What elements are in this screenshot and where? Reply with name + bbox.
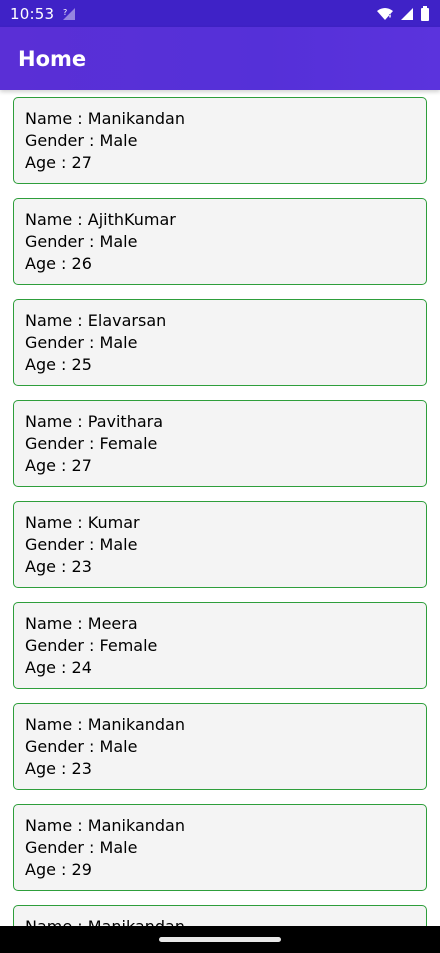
person-age: Age : 27 <box>25 153 92 172</box>
status-bar: 10:53 ? <box>0 0 440 27</box>
person-name: Name : Elavarsan <box>25 311 167 330</box>
person-name: Name : Kumar <box>25 513 140 532</box>
person-card[interactable]: Name : Manikandan <box>13 905 427 926</box>
person-card[interactable]: Name : Manikandan Gender : Male Age : 27 <box>13 97 427 184</box>
person-age: Age : 29 <box>25 860 92 879</box>
svg-text:?: ? <box>63 8 67 17</box>
person-name: Name : Meera <box>25 614 138 633</box>
home-gesture-handle[interactable] <box>159 937 281 942</box>
person-card[interactable]: Name : Kumar Gender : Male Age : 23 <box>13 501 427 588</box>
status-right <box>376 6 430 21</box>
person-gender: Gender : Male <box>25 232 138 251</box>
person-age: Age : 23 <box>25 759 92 778</box>
person-gender: Gender : Male <box>25 737 138 756</box>
person-age: Age : 26 <box>25 254 92 273</box>
person-age: Age : 25 <box>25 355 92 374</box>
person-gender: Gender : Male <box>25 333 138 352</box>
person-gender: Gender : Female <box>25 636 158 655</box>
person-gender: Gender : Male <box>25 535 138 554</box>
person-name: Name : Manikandan <box>25 916 426 926</box>
page-title: Home <box>18 46 87 71</box>
person-list[interactable]: Name : Manikandan Gender : Male Age : 27… <box>0 90 440 926</box>
sim-no-signal-icon: ? <box>62 7 76 21</box>
status-time: 10:53 <box>10 4 55 23</box>
person-name: Name : AjithKumar <box>25 210 176 229</box>
person-gender: Gender : Female <box>25 434 158 453</box>
person-card[interactable]: Name : Manikandan Gender : Male Age : 23 <box>13 703 427 790</box>
person-gender: Gender : Male <box>25 131 138 150</box>
person-card[interactable]: Name : AjithKumar Gender : Male Age : 26 <box>13 198 427 285</box>
person-name: Name : Manikandan <box>25 109 185 128</box>
battery-icon <box>420 6 430 21</box>
person-age: Age : 23 <box>25 557 92 576</box>
navigation-bar <box>0 926 440 953</box>
person-name: Name : Pavithara <box>25 412 164 431</box>
person-age: Age : 27 <box>25 456 92 475</box>
person-name: Name : Manikandan <box>25 715 185 734</box>
person-age: Age : 24 <box>25 658 92 677</box>
wifi-icon <box>376 7 394 21</box>
person-gender: Gender : Male <box>25 838 138 857</box>
status-left: 10:53 ? <box>10 5 76 23</box>
person-card[interactable]: Name : Meera Gender : Female Age : 24 <box>13 602 427 689</box>
person-card[interactable]: Name : Elavarsan Gender : Male Age : 25 <box>13 299 427 386</box>
app-bar: Home <box>0 27 440 90</box>
cell-signal-icon <box>400 7 414 21</box>
person-card[interactable]: Name : Manikandan Gender : Male Age : 29 <box>13 804 427 891</box>
person-name: Name : Manikandan <box>25 816 185 835</box>
person-card[interactable]: Name : Pavithara Gender : Female Age : 2… <box>13 400 427 487</box>
